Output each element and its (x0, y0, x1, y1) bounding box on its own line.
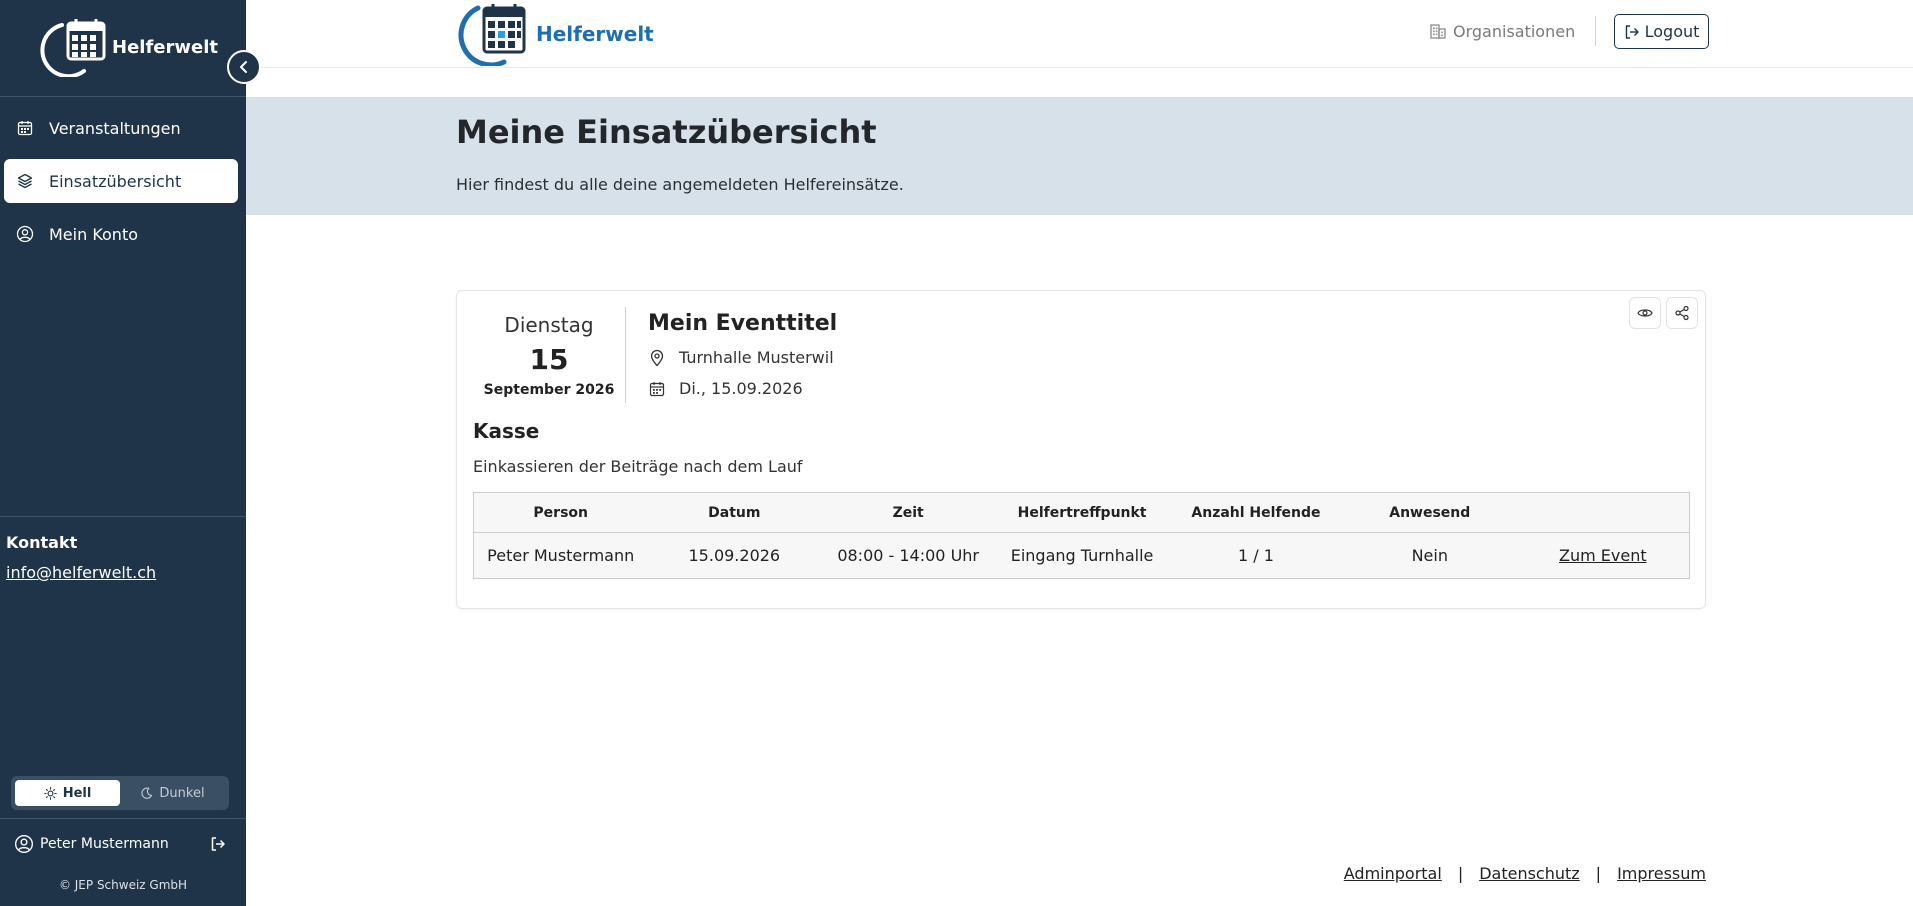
theme-dark-label: Dunkel (159, 785, 205, 801)
sidebar-nav: Veranstaltungen Einsatzübersicht Mein Ko… (4, 106, 238, 265)
logout-button[interactable]: Logout (1614, 14, 1709, 49)
sidebar-logout-icon[interactable] (210, 836, 226, 852)
sidebar-item-veranstaltungen[interactable]: Veranstaltungen (4, 106, 238, 150)
header-brand-text: Helferwelt (536, 22, 654, 46)
sidebar-user: Peter Mustermann (14, 832, 226, 856)
cell-actions: Zum Event (1516, 532, 1690, 579)
view-button[interactable] (1629, 297, 1661, 329)
eye-icon (1637, 307, 1653, 319)
theme-dark-button[interactable]: Dunkel (120, 780, 225, 806)
sun-icon (43, 786, 57, 800)
event-location-text: Turnhalle Musterwil (679, 348, 834, 367)
top-header: Helferwelt Organisationen Logout (246, 0, 1913, 68)
cell-person: Peter Mustermann (473, 532, 648, 579)
sidebar-item-mein-konto[interactable]: Mein Konto (4, 212, 238, 256)
header-logo[interactable]: Helferwelt (456, 2, 654, 66)
sidebar-item-einsatzuebersicht[interactable]: Einsatzübersicht (4, 159, 238, 203)
sidebar-divider (0, 96, 246, 97)
shift-title: Kasse (473, 419, 540, 443)
cell-anwesend: Nein (1342, 532, 1517, 579)
sidebar-divider (0, 818, 246, 819)
footer-separator: | (1595, 864, 1602, 883)
event-date: Di., 15.09.2026 (648, 379, 803, 398)
contact-title: Kontakt (6, 533, 78, 552)
user-circle-icon (14, 223, 36, 245)
theme-light-label: Hell (62, 785, 92, 801)
cell-anzahl: 1 / 1 (1169, 532, 1343, 579)
theme-toggle: Hell Dunkel (11, 776, 229, 810)
header-separator (1595, 16, 1596, 46)
sidebar-item-label: Veranstaltungen (49, 118, 181, 138)
footer-link-datenschutz[interactable]: Datenschutz (1479, 864, 1579, 883)
helferwelt-logo-icon (458, 4, 526, 66)
sidebar-user-name: Peter Mustermann (40, 836, 169, 852)
column-header-actions (1516, 492, 1690, 533)
contact-email-link[interactable]: info@helferwelt.ch (6, 563, 156, 582)
chevron-left-icon (238, 60, 250, 74)
event-month-year: September 2026 (483, 382, 615, 398)
sidebar-brand-text: Helferwelt (112, 36, 218, 58)
cell-zeit: 08:00 - 14:00 Uhr (821, 532, 996, 579)
sidebar-divider (0, 516, 246, 517)
event-location: Turnhalle Musterwil (648, 348, 834, 367)
table-row: Peter Mustermann 15.09.2026 08:00 - 14:0… (473, 532, 1690, 579)
map-pin-icon (648, 349, 666, 367)
column-header-anwesend: Anwesend (1342, 492, 1517, 533)
column-header-person: Person (473, 492, 648, 533)
theme-light-button[interactable]: Hell (15, 780, 120, 806)
column-header-datum: Datum (647, 492, 822, 533)
calendar-icon (14, 117, 36, 139)
sidebar-logo[interactable]: Helferwelt (40, 16, 218, 78)
logout-label: Logout (1644, 22, 1700, 41)
share-button[interactable] (1666, 297, 1698, 329)
sidebar-collapse-button[interactable] (227, 50, 261, 84)
footer-separator: | (1457, 864, 1464, 883)
user-circle-icon (14, 834, 34, 854)
event-weekday: Dienstag (504, 313, 594, 337)
sidebar-item-label: Einsatzübersicht (49, 171, 182, 191)
moon-icon (140, 787, 153, 800)
cell-treffpunkt: Eingang Turnhalle (995, 532, 1170, 579)
event-title: Mein Eventtitel (648, 311, 838, 336)
page-hero: Meine Einsatzübersicht Hier findest du a… (246, 97, 1913, 215)
event-date-box: Dienstag 15 September 2026 (473, 307, 626, 403)
zum-event-link[interactable]: Zum Event (1559, 546, 1647, 565)
column-header-anzahl: Anzahl Helfende (1169, 492, 1343, 533)
event-date-text: Di., 15.09.2026 (679, 379, 803, 398)
copyright: © JEP Schweiz GmbH (58, 878, 188, 892)
event-day: 15 (529, 343, 569, 376)
footer: Adminportal | Datenschutz | Impressum (1344, 864, 1706, 883)
shift-table: Person Datum Zeit Helfertreffpunkt Anzah… (473, 492, 1690, 579)
building-icon (1429, 22, 1447, 40)
share-icon (1674, 305, 1690, 321)
page-subtitle: Hier findest du alle deine angemeldeten … (456, 175, 904, 194)
calendar-icon (648, 380, 666, 398)
footer-link-impressum[interactable]: Impressum (1617, 864, 1706, 883)
column-header-zeit: Zeit (821, 492, 996, 533)
layers-icon (14, 170, 36, 192)
table-header-row: Person Datum Zeit Helfertreffpunkt Anzah… (473, 492, 1690, 533)
page-title: Meine Einsatzübersicht (456, 113, 877, 151)
logout-icon (1624, 24, 1640, 40)
sidebar-item-label: Mein Konto (49, 224, 139, 244)
event-card: Dienstag 15 September 2026 Mein Eventtit… (456, 290, 1706, 609)
shift-description: Einkassieren der Beiträge nach dem Lauf (473, 457, 803, 476)
column-header-treffpunkt: Helfertreffpunkt (995, 492, 1170, 533)
helferwelt-logo-icon (40, 19, 106, 77)
organisations-link[interactable]: Organisationen (1429, 19, 1575, 43)
cell-datum: 15.09.2026 (647, 532, 822, 579)
organisations-label: Organisationen (1453, 21, 1576, 41)
footer-link-adminportal[interactable]: Adminportal (1344, 864, 1442, 883)
sidebar: Helferwelt Veranstaltungen Einsatzübersi… (0, 0, 246, 906)
